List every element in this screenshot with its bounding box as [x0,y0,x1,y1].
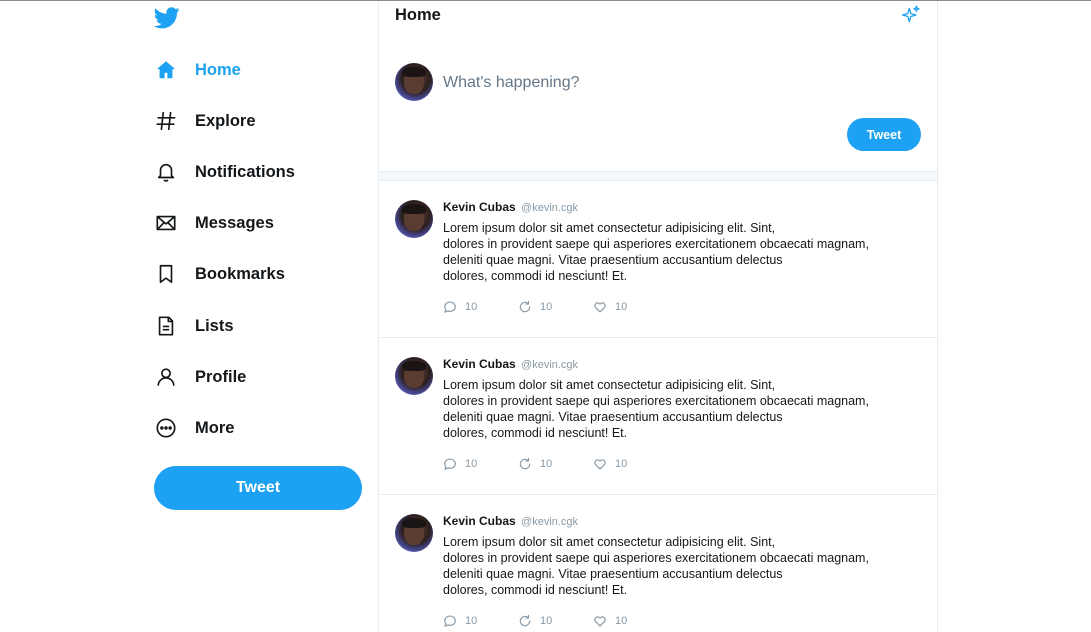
tweet-text: Lorem ipsum dolor sit amet consectetur a… [443,534,913,598]
sparkle-icon[interactable] [901,5,921,25]
author-handle[interactable]: @kevin.cgk [521,202,578,214]
tweet-text-line: deleniti quae magni. Vitae praesentium a… [443,253,783,267]
sidebar-tweet-button[interactable]: Tweet [154,466,362,510]
timeline-header: Home [379,1,937,53]
sidebar-item-bookmarks[interactable]: Bookmarks [150,254,350,294]
reply-icon [444,615,456,627]
tweet-text-line: dolores in provident saepe qui asperiore… [443,394,869,408]
reply-count: 10 [465,458,478,470]
tweet-text-line: Lorem ipsum dolor sit amet consectetur a… [443,378,776,392]
bell-icon [153,159,179,185]
tweet-text-line: deleniti quae magni. Vitae praesentium a… [443,410,783,424]
home-icon [153,57,179,83]
sidebar-item-label: Lists [195,316,234,335]
sidebar-item-explore[interactable]: Explore [150,101,350,141]
compose-tweet-button[interactable]: Tweet [847,118,921,151]
avatar[interactable] [395,200,433,238]
sidebar-item-label: More [195,418,235,437]
tweet-text-line: dolores, commodi id nesciunt! Et. [443,269,628,283]
reply-count: 10 [465,301,478,313]
tweet-text-line: Lorem ipsum dolor sit amet consectetur a… [443,535,776,549]
sidebar-item-label: Bookmarks [195,264,285,283]
sidebar-item-label: Messages [195,213,274,232]
tweet-text-line: dolores, commodi id nesciunt! Et. [443,426,628,440]
retweet-button[interactable]: 10 [518,457,593,471]
twitter-logo-icon[interactable] [154,7,180,29]
tweet-text-line: Lorem ipsum dolor sit amet consectetur a… [443,221,776,235]
reply-button[interactable]: 10 [443,300,518,314]
tweet-text-line: dolores in provident saepe qui asperiore… [443,551,869,565]
reply-icon [444,458,456,470]
sidebar-item-label: Home [195,60,241,79]
author-name[interactable]: Kevin Cubas [443,200,516,214]
like-count: 10 [615,301,628,313]
page-title: Home [395,6,441,24]
sidebar-item-more[interactable]: More [150,408,350,448]
sidebar-item-notifications[interactable]: Notifications [150,152,350,192]
reply-icon [444,301,456,313]
tweet-header: Kevin Cubas @kevin.cgk [443,200,578,214]
document-icon [153,313,179,339]
retweet-icon [519,300,531,313]
timeline: Home Tweet Kevin Cubas @kevin.cgk Lorem … [378,1,938,632]
author-name[interactable]: Kevin Cubas [443,357,516,371]
author-handle[interactable]: @kevin.cgk [521,516,578,528]
avatar[interactable] [395,514,433,552]
like-button[interactable]: 10 [593,614,668,628]
avatar[interactable] [395,63,433,101]
tweet[interactable]: Kevin Cubas @kevin.cgk Lorem ipsum dolor… [379,495,937,632]
tweet-text-line: dolores, commodi id nesciunt! Et. [443,583,628,597]
retweet-count: 10 [540,615,553,627]
heart-icon [594,459,606,470]
sidebar-item-profile[interactable]: Profile [150,357,350,397]
heart-icon [594,616,606,627]
tweet-actions: 10 10 10 [443,614,668,628]
reply-button[interactable]: 10 [443,614,518,628]
retweet-count: 10 [540,458,553,470]
tweet-actions: 10 10 10 [443,457,668,471]
user-icon [153,364,179,390]
sidebar-item-label: Profile [195,367,247,386]
retweet-button[interactable]: 10 [518,614,593,628]
retweet-button[interactable]: 10 [518,300,593,314]
envelope-icon [153,210,179,236]
reply-count: 10 [465,615,478,627]
sidebar-item-messages[interactable]: Messages [150,203,350,243]
tweet[interactable]: Kevin Cubas @kevin.cgk Lorem ipsum dolor… [379,338,937,495]
sidebar-item-label: Notifications [195,162,295,181]
like-button[interactable]: 10 [593,457,668,471]
tweet-text: Lorem ipsum dolor sit amet consectetur a… [443,220,913,284]
author-name[interactable]: Kevin Cubas [443,514,516,528]
retweet-icon [519,614,531,627]
tweet-header: Kevin Cubas @kevin.cgk [443,514,578,528]
tweet-text-line: dolores in provident saepe qui asperiore… [443,237,869,251]
tweet-text: Lorem ipsum dolor sit amet consectetur a… [443,377,913,441]
tweet[interactable]: Kevin Cubas @kevin.cgk Lorem ipsum dolor… [379,181,937,338]
sidebar-item-home[interactable]: Home [150,50,350,90]
like-count: 10 [615,615,628,627]
sidebar-item-lists[interactable]: Lists [150,306,350,346]
avatar[interactable] [395,357,433,395]
reply-button[interactable]: 10 [443,457,518,471]
sidebar-item-label: Explore [195,111,256,130]
heart-icon [594,302,606,313]
bookmark-icon [153,261,179,287]
compose-input[interactable] [443,71,903,95]
retweet-count: 10 [540,301,553,313]
hashtag-icon [153,108,179,134]
divider [379,171,937,181]
tweet-composer: Tweet [379,53,937,171]
like-button[interactable]: 10 [593,300,668,314]
tweet-text-line: deleniti quae magni. Vitae praesentium a… [443,567,783,581]
retweet-icon [519,457,531,470]
author-handle[interactable]: @kevin.cgk [521,359,578,371]
tweet-header: Kevin Cubas @kevin.cgk [443,357,578,371]
tweet-actions: 10 10 10 [443,300,668,314]
more-icon [153,415,179,441]
like-count: 10 [615,458,628,470]
